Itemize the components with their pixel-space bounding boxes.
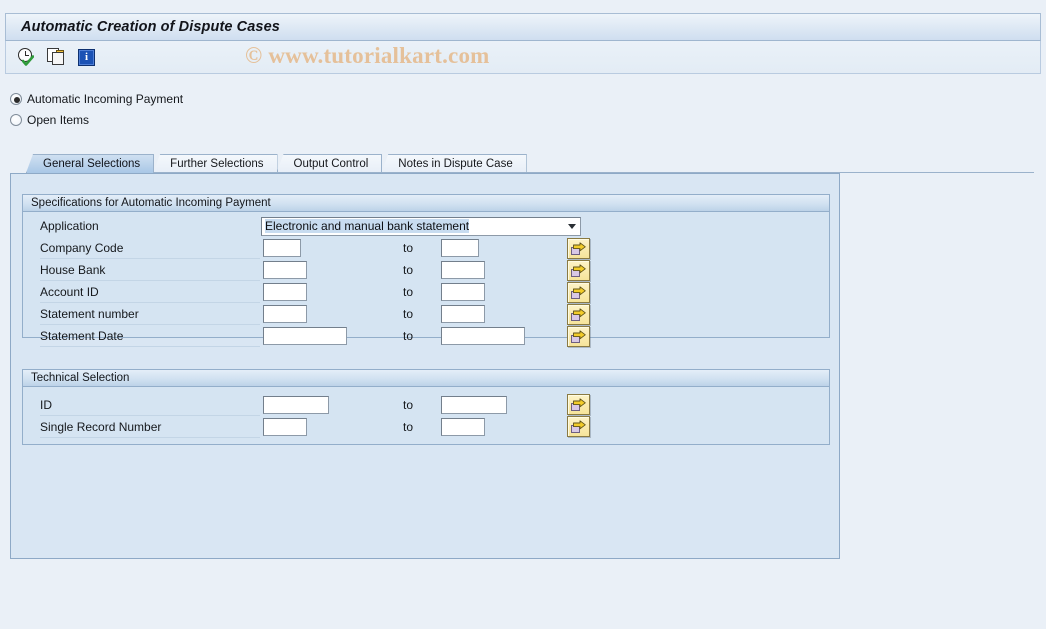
to-label: to bbox=[403, 398, 414, 412]
field-label-application: Application bbox=[40, 219, 99, 233]
house-bank-to-input[interactable] bbox=[441, 261, 485, 279]
application-dropdown-value: Electronic and manual bank statement bbox=[265, 219, 470, 233]
group-body: ID to Single Record Number to bbox=[23, 387, 829, 445]
group-specifications-for-automatic-incoming-payment: Specifications for Automatic Incoming Pa… bbox=[22, 194, 830, 347]
mode-selection-radiogroup: Automatic Incoming Payment Open Items bbox=[10, 88, 183, 130]
id-multiple-selection-button[interactable] bbox=[567, 394, 590, 415]
tab-label: General Selections bbox=[43, 158, 141, 170]
group-header: Specifications for Automatic Incoming Pa… bbox=[23, 195, 829, 212]
statement-date-from-input[interactable] bbox=[263, 327, 347, 345]
sap-application-window: Automatic Creation of Dispute Cases i © … bbox=[0, 0, 1046, 629]
company-code-to-input[interactable] bbox=[441, 239, 479, 257]
row-separator bbox=[40, 415, 260, 416]
form-row-company-code: Company Code to bbox=[23, 238, 829, 260]
execute-icon bbox=[17, 47, 36, 67]
execute-button[interactable] bbox=[16, 47, 37, 68]
radio-open-items[interactable]: Open Items bbox=[10, 109, 183, 130]
tab-label: Notes in Dispute Case bbox=[398, 158, 513, 170]
field-label-id: ID bbox=[40, 398, 52, 412]
window-titlebar: Automatic Creation of Dispute Cases bbox=[5, 13, 1041, 41]
field-label-account-id: Account ID bbox=[40, 285, 99, 299]
information-button[interactable]: i bbox=[76, 47, 97, 68]
group-technical-selection: Technical Selection ID to Single Record … bbox=[22, 369, 830, 445]
form-row-statement-number: Statement number to bbox=[23, 304, 829, 326]
account-id-from-input[interactable] bbox=[263, 283, 307, 301]
multiple-selection-arrow-icon bbox=[571, 329, 586, 344]
application-toolbar: i bbox=[5, 41, 1041, 74]
group-title: Specifications for Automatic Incoming Pa… bbox=[31, 197, 271, 209]
radio-label-automatic-incoming-payment: Automatic Incoming Payment bbox=[27, 91, 184, 106]
statement-number-from-input[interactable] bbox=[263, 305, 307, 323]
to-label: to bbox=[403, 420, 414, 434]
field-label-single-record-number: Single Record Number bbox=[40, 420, 162, 434]
radio-label-open-items: Open Items bbox=[27, 112, 90, 127]
account-id-to-input[interactable] bbox=[441, 283, 485, 301]
multiple-selection-icon bbox=[47, 48, 66, 66]
field-label-house-bank: House Bank bbox=[40, 263, 106, 277]
chevron-down-icon[interactable] bbox=[563, 218, 580, 235]
house-bank-multiple-selection-button[interactable] bbox=[567, 260, 590, 281]
tab-output-control[interactable]: Output Control bbox=[276, 154, 383, 173]
tab-further-selections[interactable]: Further Selections bbox=[153, 154, 278, 173]
form-row-application: Application Electronic and manual bank s… bbox=[23, 216, 829, 238]
row-separator bbox=[40, 280, 260, 281]
radio-button-icon-selected bbox=[10, 92, 22, 105]
multiple-selection-arrow-icon bbox=[571, 419, 586, 434]
row-separator bbox=[40, 437, 260, 438]
to-label: to bbox=[403, 285, 414, 299]
company-code-from-input[interactable] bbox=[263, 239, 301, 257]
tab-label: Further Selections bbox=[170, 158, 264, 170]
row-separator bbox=[40, 258, 260, 259]
field-label-statement-number: Statement number bbox=[40, 307, 139, 321]
to-label: to bbox=[403, 241, 414, 255]
form-row-statement-date: Statement Date to bbox=[23, 326, 829, 348]
info-icon-glyph: i bbox=[84, 50, 89, 63]
page-title: Automatic Creation of Dispute Cases bbox=[21, 19, 280, 35]
to-label: to bbox=[403, 307, 414, 321]
field-label-statement-date: Statement Date bbox=[40, 329, 124, 343]
tabstrip: General Selections Further Selections Ou… bbox=[26, 154, 1034, 173]
group-title: Technical Selection bbox=[31, 372, 130, 384]
tab-notes-in-dispute-case[interactable]: Notes in Dispute Case bbox=[381, 154, 527, 173]
radio-button-icon bbox=[10, 113, 22, 126]
form-row-id: ID to bbox=[23, 394, 829, 417]
statement-date-to-input[interactable] bbox=[441, 327, 525, 345]
row-separator bbox=[40, 302, 260, 303]
house-bank-from-input[interactable] bbox=[263, 261, 307, 279]
form-row-single-record-number: Single Record Number to bbox=[23, 416, 829, 439]
multiple-selection-arrow-icon bbox=[571, 397, 586, 412]
multiple-selection-arrow-icon bbox=[571, 241, 586, 256]
to-label: to bbox=[403, 263, 414, 277]
id-from-input[interactable] bbox=[263, 396, 329, 414]
tab-content-general-selections: Specifications for Automatic Incoming Pa… bbox=[10, 173, 840, 559]
statement-date-multiple-selection-button[interactable] bbox=[567, 326, 590, 347]
single-record-number-from-input[interactable] bbox=[263, 418, 307, 436]
single-record-number-multiple-selection-button[interactable] bbox=[567, 416, 590, 437]
multiple-selection-arrow-icon bbox=[571, 307, 586, 322]
company-code-multiple-selection-button[interactable] bbox=[567, 238, 590, 259]
multiple-selection-arrow-icon bbox=[571, 285, 586, 300]
statement-number-multiple-selection-button[interactable] bbox=[567, 304, 590, 325]
account-id-multiple-selection-button[interactable] bbox=[567, 282, 590, 303]
tab-label: Output Control bbox=[293, 158, 369, 170]
form-row-account-id: Account ID to bbox=[23, 282, 829, 304]
application-dropdown[interactable]: Electronic and manual bank statement bbox=[261, 217, 581, 236]
radio-automatic-incoming-payment[interactable]: Automatic Incoming Payment bbox=[10, 88, 183, 109]
row-separator bbox=[40, 346, 260, 347]
single-record-number-to-input[interactable] bbox=[441, 418, 485, 436]
multiple-selection-button[interactable] bbox=[46, 47, 67, 68]
info-icon: i bbox=[78, 48, 95, 66]
tab-general-selections[interactable]: General Selections bbox=[26, 154, 155, 173]
field-label-company-code: Company Code bbox=[40, 241, 124, 255]
multiple-selection-arrow-icon bbox=[571, 263, 586, 278]
to-label: to bbox=[403, 329, 414, 343]
id-to-input[interactable] bbox=[441, 396, 507, 414]
row-separator bbox=[40, 324, 260, 325]
group-header: Technical Selection bbox=[23, 370, 829, 387]
group-body: Application Electronic and manual bank s… bbox=[23, 212, 829, 347]
statement-number-to-input[interactable] bbox=[441, 305, 485, 323]
form-row-house-bank: House Bank to bbox=[23, 260, 829, 282]
